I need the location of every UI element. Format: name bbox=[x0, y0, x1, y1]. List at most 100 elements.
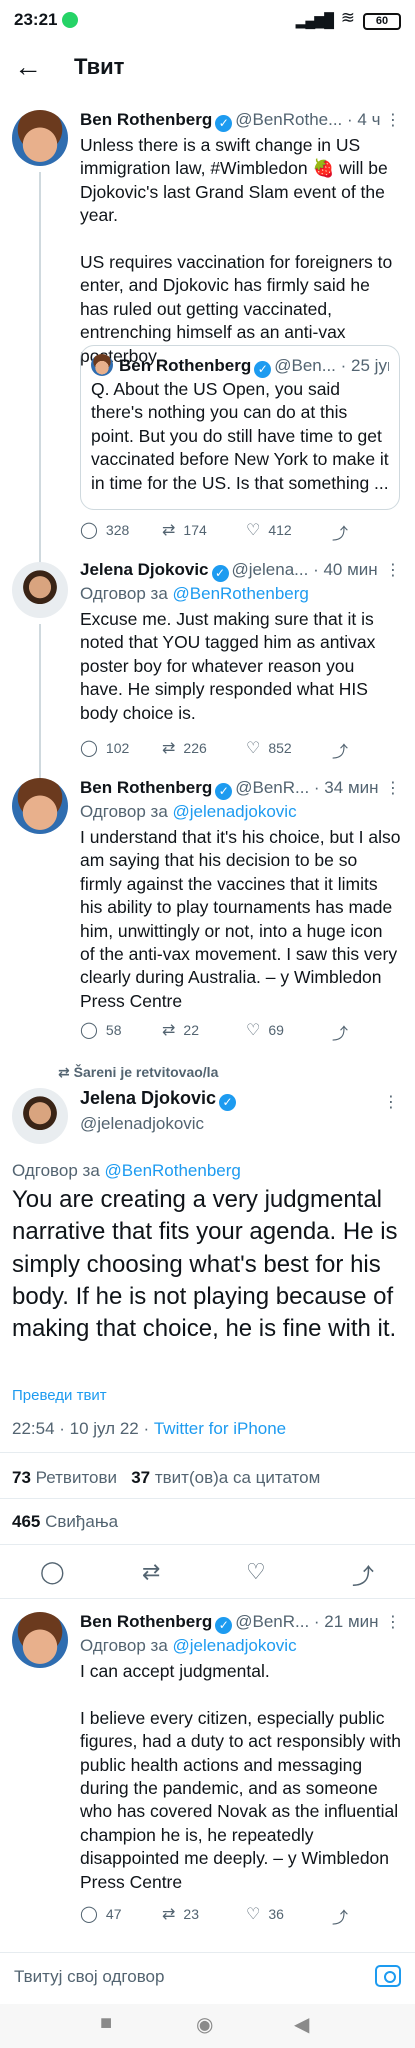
quotes-label: твит(ов)а са цитатом bbox=[154, 1468, 321, 1487]
like-button[interactable]: ♡ 852 bbox=[246, 738, 292, 758]
retweet-context: ⇄ Šareni je retvitovao/la bbox=[58, 1064, 218, 1081]
divider bbox=[0, 1544, 415, 1545]
camera-icon[interactable] bbox=[375, 1965, 401, 1987]
reply-icon: ◯ bbox=[80, 522, 98, 539]
avatar[interactable] bbox=[12, 562, 68, 618]
retweet-icon: ⇄ bbox=[162, 1022, 176, 1039]
quotes-count: 37 bbox=[131, 1468, 151, 1487]
retweet-stats[interactable]: 73 Ретвитови 37 твит(ов)а са цитатом bbox=[12, 1468, 320, 1488]
like-stats[interactable]: 465 Свиђања bbox=[12, 1512, 118, 1532]
more-icon[interactable]: ⋮ bbox=[385, 560, 401, 580]
home-icon[interactable]: ◉ bbox=[196, 2012, 213, 2037]
reply-input[interactable]: Твитуј свој одговор bbox=[14, 1967, 164, 1987]
reply-button[interactable]: ◯ 102 bbox=[80, 738, 129, 758]
reply-prefix: Одговор за bbox=[80, 584, 168, 603]
share-button[interactable]: ⤴ bbox=[332, 1020, 356, 1044]
reply-button[interactable]: ◯ 47 bbox=[80, 1904, 121, 1924]
avatar[interactable] bbox=[12, 110, 68, 166]
verified-icon: ✓ bbox=[215, 783, 233, 800]
share-button[interactable]: ⤴ bbox=[332, 520, 356, 544]
retweet-button[interactable]: ⇄ 226 bbox=[162, 738, 207, 758]
reply-button[interactable]: ◯ 328 bbox=[80, 520, 129, 540]
tweet-header: Ben Rothenberg ✓ @BenR... · 34 мин ⋮ bbox=[80, 778, 401, 802]
reply-composer[interactable]: Твитуј свој одговор bbox=[0, 1952, 415, 2004]
reply-count: 328 bbox=[105, 522, 130, 538]
tweet-time: · 40 мин bbox=[313, 560, 378, 579]
reply-button[interactable]: ◯ 58 bbox=[80, 1020, 121, 1040]
retweet-button[interactable]: ⇄ 22 bbox=[162, 1020, 199, 1040]
share-button[interactable]: ⤴ bbox=[332, 738, 356, 762]
tweet-time: · 34 мин bbox=[313, 778, 379, 797]
reply-to-mention[interactable]: @jelenadjokovic bbox=[173, 1636, 297, 1655]
back-arrow-icon[interactable]: ← bbox=[14, 52, 42, 82]
divider bbox=[0, 1498, 415, 1499]
author-name[interactable]: Ben Rothenberg bbox=[80, 778, 212, 797]
more-icon[interactable]: ⋮ bbox=[385, 1612, 401, 1632]
retweet-icon: ⇄ bbox=[162, 522, 176, 539]
main-tweet-actions: ◯ ⇄ ♡ ⤴ bbox=[0, 1559, 415, 1589]
reply-to-mention[interactable]: @BenRothenberg bbox=[105, 1161, 241, 1180]
quote-author-name: Ben Rothenberg bbox=[119, 356, 252, 375]
quote-time: · 25 јун bbox=[340, 356, 389, 375]
heart-icon: ♡ bbox=[246, 1022, 261, 1039]
back-nav-icon[interactable]: ◀ bbox=[294, 2012, 309, 2037]
like-button[interactable]: ♡ 36 bbox=[246, 1904, 284, 1924]
retweet-button[interactable]: ⇄ 174 bbox=[162, 520, 207, 540]
author-name[interactable]: Ben Rothenberg bbox=[80, 1612, 212, 1631]
retweet-icon[interactable]: ⇄ bbox=[142, 1559, 160, 1585]
reply-count: 47 bbox=[105, 1906, 122, 1922]
retweet-icon: ⇄ bbox=[162, 740, 176, 757]
verified-icon: ✓ bbox=[215, 115, 233, 132]
heart-icon[interactable]: ♡ bbox=[246, 1559, 266, 1585]
wifi-icon: ≋ bbox=[340, 8, 355, 27]
more-icon[interactable]: ⋮ bbox=[385, 778, 401, 798]
retweet-context-label: Šareni je retvitovao/la bbox=[73, 1064, 219, 1080]
tweet-ben-2[interactable]: Ben Rothenberg ✓ @BenR... · 34 мин ⋮ Одгов… bbox=[0, 778, 415, 1028]
main-author-name-text: Jelena Djokovic bbox=[80, 1088, 217, 1108]
quote-author-handle: @Ben... bbox=[274, 356, 336, 375]
tweet-time: · 4 ч bbox=[347, 110, 381, 129]
reply-count: 58 bbox=[105, 1022, 122, 1038]
tweet-source[interactable]: Twitter for iPhone bbox=[154, 1419, 286, 1438]
page-title: Твит bbox=[74, 54, 125, 79]
author-name[interactable]: Jelena Djokovic bbox=[80, 560, 209, 579]
more-icon[interactable]: ⋮ bbox=[383, 1092, 399, 1112]
reply-to-mention[interactable]: @jelenadjokovic bbox=[173, 802, 297, 821]
author-name[interactable]: Ben Rothenberg bbox=[80, 110, 212, 129]
tweet-text: I can accept judgmental. I believe every… bbox=[80, 1661, 402, 1892]
more-icon[interactable]: ⋮ bbox=[385, 110, 401, 130]
avatar[interactable] bbox=[12, 778, 68, 834]
recents-icon[interactable]: ■ bbox=[100, 2012, 112, 2035]
tweet-text: I understand that it's his choice, but I… bbox=[80, 827, 406, 1011]
tweet-actions: ◯ 102 ⇄ 226 ♡ 852 ⤴ bbox=[80, 738, 380, 762]
like-count: 36 bbox=[268, 1906, 284, 1922]
main-tweet-text: You are creating a very judgmental narra… bbox=[12, 1186, 398, 1343]
quote-tweet[interactable]: Ben Rothenberg✓@Ben... · 25 јун Q. About… bbox=[80, 345, 400, 510]
retweets-count: 73 bbox=[12, 1468, 31, 1487]
share-icon: ⤴ bbox=[332, 526, 349, 543]
reply-icon[interactable]: ◯ bbox=[40, 1559, 65, 1585]
tweet-header: Jelena Djokovic ✓ @jelena... · 40 мин ⋮ bbox=[80, 560, 401, 584]
reply-prefix: Одговор за bbox=[12, 1161, 100, 1180]
tweet-ben-reply[interactable]: Ben Rothenberg ✓ @BenR... · 21 мин ⋮ Одгов… bbox=[0, 1612, 415, 1942]
main-author-name[interactable]: Jelena Djokovic ✓ bbox=[80, 1088, 239, 1111]
like-button[interactable]: ♡ 69 bbox=[246, 1020, 284, 1040]
heart-icon: ♡ bbox=[246, 740, 261, 757]
tweet-jelena-1[interactable]: Jelena Djokovic ✓ @jelena... · 40 мин ⋮ Од… bbox=[0, 560, 415, 810]
retweet-button[interactable]: ⇄ 23 bbox=[162, 1904, 199, 1924]
like-count: 69 bbox=[268, 1022, 284, 1038]
share-button[interactable]: ⤴ bbox=[332, 1904, 356, 1928]
divider bbox=[0, 1452, 415, 1453]
quote-header: Ben Rothenberg✓@Ben... · 25 јун bbox=[91, 354, 389, 378]
thread-line bbox=[39, 172, 41, 568]
tweet-actions: ◯ 328 ⇄ 174 ♡ 412 ⤴ bbox=[80, 520, 380, 544]
main-avatar[interactable] bbox=[12, 1088, 68, 1144]
avatar[interactable] bbox=[12, 1612, 68, 1668]
retweet-icon: ⇄ bbox=[162, 1906, 176, 1923]
like-button[interactable]: ♡ 412 bbox=[246, 520, 292, 540]
retweets-label: Ретвитови bbox=[35, 1468, 118, 1487]
share-icon[interactable]: ⤴ bbox=[352, 1559, 374, 1591]
translate-tweet-link[interactable]: Преведи твит bbox=[12, 1387, 107, 1404]
reply-to-mention[interactable]: @BenRothenberg bbox=[173, 584, 309, 603]
heart-icon: ♡ bbox=[246, 1906, 261, 1923]
